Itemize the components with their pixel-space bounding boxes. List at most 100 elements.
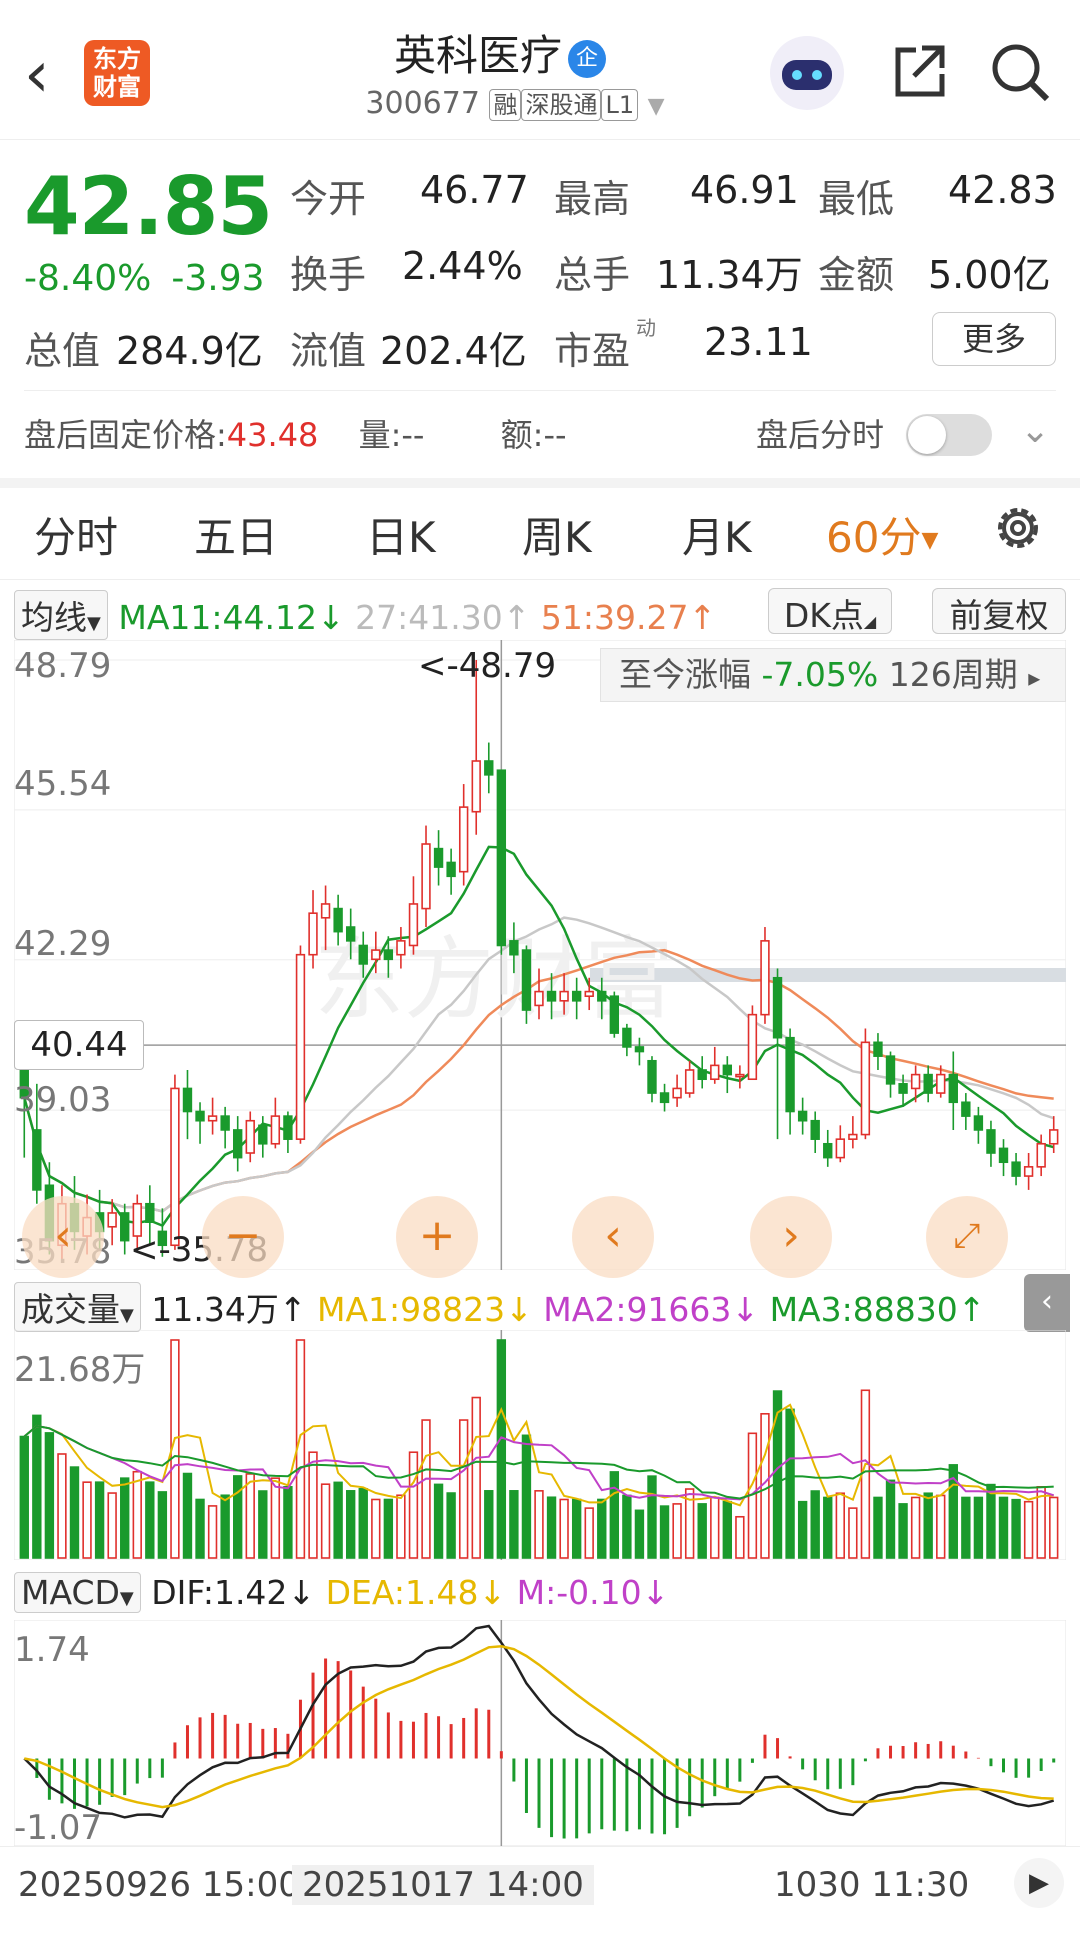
period-gain-box[interactable]: 至今涨幅 -7.05% 126周期 ▸ (600, 648, 1066, 702)
tab-month-k[interactable]: 月K (682, 504, 752, 565)
tab-five-day[interactable]: 五日 (194, 504, 278, 565)
prev-candle-icon[interactable]: ‹ (572, 1196, 654, 1278)
volume-bar (182, 1472, 193, 1559)
candle-body (835, 1138, 845, 1159)
collapse-panel-icon[interactable]: ‹ (1024, 1274, 1070, 1332)
candle-body (496, 769, 507, 947)
volume-bar (509, 1490, 519, 1559)
macd-selector[interactable]: MACD▼ (14, 1572, 141, 1613)
candle-body (371, 949, 381, 961)
candle-body (521, 949, 532, 1011)
volume-selector[interactable]: 成交量▼ (14, 1282, 141, 1332)
volume-bar (345, 1490, 356, 1559)
arrow-up-icon: ↑ (278, 1290, 307, 1329)
volume-bar (245, 1473, 255, 1559)
candle-body (634, 1046, 645, 1053)
zoom-in-icon[interactable]: + (396, 1196, 478, 1278)
volume-bar (308, 1451, 318, 1559)
volume-bar (961, 1496, 971, 1559)
after-hours-price: 43.48 (226, 416, 319, 454)
volume-bar (283, 1486, 293, 1559)
ma-selector[interactable]: 均线▼ (14, 590, 108, 640)
candle-body (295, 953, 306, 1140)
zoom-out-icon[interactable]: − (202, 1196, 284, 1278)
chevron-down-icon[interactable]: ⌄ (1020, 410, 1050, 451)
volume-bar (358, 1488, 368, 1559)
dk-point-button[interactable]: DK点◢ (768, 588, 892, 635)
candle-body (233, 1129, 243, 1159)
dropdown-caret-icon[interactable]: ▼ (648, 94, 665, 119)
candle-body (433, 847, 444, 868)
assistant-robot-icon[interactable] (770, 36, 844, 110)
period-gain-label: 至今涨幅 (619, 655, 751, 694)
volume-bar (835, 1492, 845, 1559)
macd-chart[interactable] (14, 1620, 1066, 1846)
tab-day-k[interactable]: 日K (366, 504, 436, 565)
candle-body (609, 995, 620, 1034)
tab-60min[interactable]: 60分▼ (826, 504, 938, 565)
app-logo[interactable]: 东方财富 (84, 40, 150, 106)
corner-triangle-icon: ◢ (863, 612, 877, 631)
candle-body (860, 1041, 871, 1136)
adjust-button[interactable]: 前复权 (932, 588, 1066, 635)
change-amount: -3.93 (171, 258, 265, 299)
ma-gray-value: 27:41.30 (355, 598, 503, 637)
tab-intraday[interactable]: 分时 (34, 504, 118, 565)
volume-bar (132, 1470, 142, 1559)
kline-chart[interactable]: 东方财富 (14, 640, 1066, 1270)
volume-bar (823, 1496, 833, 1559)
volume-bar (32, 1414, 42, 1559)
amount-value: 5.00亿 (928, 253, 1051, 297)
after-hours-toggle[interactable] (906, 414, 992, 456)
change-percent: -8.40% (24, 258, 152, 299)
candle-body (584, 990, 594, 998)
search-icon[interactable] (988, 40, 1052, 104)
volume-chart[interactable] (14, 1330, 1066, 1560)
candle-body (534, 990, 544, 1007)
volume-bar (421, 1419, 431, 1559)
caret-down-icon: ▼ (120, 1305, 134, 1326)
play-next-icon[interactable]: ▶ (1014, 1858, 1064, 1908)
connect-tag: 深股通 (521, 89, 602, 121)
candle-body (948, 1073, 958, 1104)
volume-bar (333, 1481, 343, 1559)
turnover-value: 2.44% (402, 244, 523, 288)
next-candle-icon[interactable]: › (750, 1196, 832, 1278)
volume-bar (220, 1494, 230, 1559)
gear-icon[interactable] (990, 500, 1046, 556)
low-label: 最低 (818, 177, 895, 221)
volume-bar (320, 1483, 331, 1559)
macd-m: M:-0.10 (516, 1573, 642, 1612)
candle-body (898, 1083, 908, 1094)
tab-week-k[interactable]: 周K (522, 504, 592, 565)
volume-bar (69, 1466, 80, 1559)
caret-down-icon: ▼ (119, 1588, 134, 1609)
volume-bar (672, 1503, 682, 1559)
volume-bar (584, 1507, 594, 1559)
stock-code-row[interactable]: 300677 融深股通 L1 ▼ (300, 86, 730, 121)
volume-bar (873, 1496, 883, 1559)
back-chevron-left-icon[interactable]: ‹ (24, 40, 74, 110)
volume-bar (258, 1490, 268, 1559)
candle-body (471, 760, 481, 813)
candle-body (597, 990, 607, 1002)
candle-body (258, 1124, 268, 1145)
share-icon[interactable] (886, 40, 950, 104)
volume-bar (57, 1453, 67, 1559)
volume-bar (233, 1475, 243, 1559)
arrow-down-icon: ↓ (478, 1573, 507, 1612)
candle-body (672, 1087, 682, 1099)
scroll-left-icon[interactable]: ‹ (22, 1196, 104, 1278)
arrow-up-icon: ↑ (957, 1290, 986, 1329)
volume-bar (1011, 1498, 1021, 1559)
y-tick-3: 42.29 (14, 924, 112, 964)
watermark-text: 东方财富 (314, 927, 674, 1032)
candle-body (220, 1115, 230, 1131)
candle-body (182, 1087, 193, 1113)
fullscreen-icon[interactable]: ⤢ (926, 1196, 1008, 1278)
y-tick-4: 39.03 (14, 1080, 112, 1120)
more-button[interactable]: 更多 (932, 312, 1056, 366)
volume-value: 11.34万 (656, 253, 803, 297)
volume-bar (885, 1479, 896, 1559)
volume-bar (534, 1490, 544, 1559)
